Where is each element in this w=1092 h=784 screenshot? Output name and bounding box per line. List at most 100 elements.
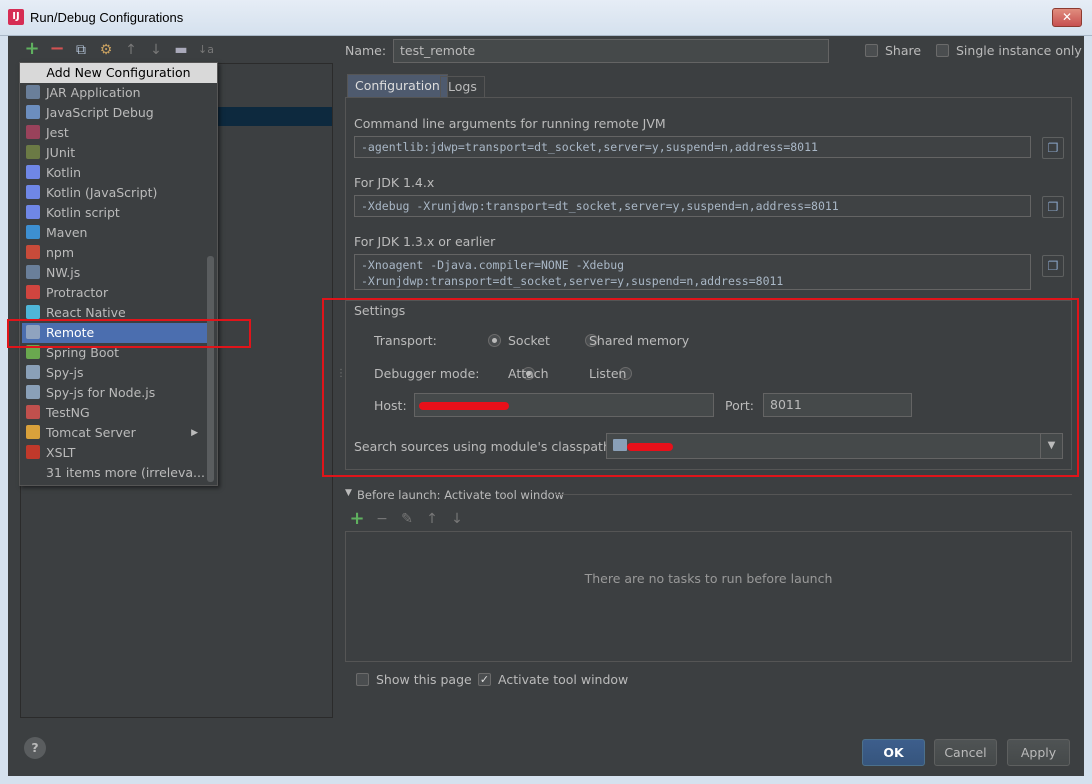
wrench-icon[interactable]: ⚙ xyxy=(97,41,115,59)
popup-scrollbar[interactable] xyxy=(207,256,214,482)
cmd-args-field[interactable]: -agentlib:jdwp=transport=dt_socket,serve… xyxy=(354,136,1031,158)
cancel-button[interactable]: Cancel xyxy=(934,739,997,766)
ok-button[interactable]: OK xyxy=(862,739,925,766)
junit-icon xyxy=(26,145,40,159)
copy-cmd-args-button[interactable]: ❐ xyxy=(1042,137,1064,159)
jdk13-line-2: -Xrunjdwp:transport=dt_socket,server=y,s… xyxy=(361,274,784,288)
popup-item-kotlin[interactable]: Kotlin xyxy=(26,163,208,183)
add-configuration-button[interactable]: + xyxy=(23,40,41,58)
tab-configuration[interactable]: Configuration xyxy=(347,74,448,98)
before-launch-divider xyxy=(555,494,1072,495)
collapse-triangle-icon[interactable]: ▼ xyxy=(345,488,352,498)
show-page-checkbox[interactable] xyxy=(356,673,369,686)
protractor-icon xyxy=(26,285,40,299)
copy-icon: ❐ xyxy=(1047,141,1059,155)
blank-icon xyxy=(26,465,40,479)
intellij-icon: IJ xyxy=(8,9,24,25)
move-task-down-icon[interactable]: ↓ xyxy=(448,510,466,528)
apply-button[interactable]: Apply xyxy=(1007,739,1070,766)
popup-item-junit[interactable]: JUnit xyxy=(26,143,208,163)
move-task-up-icon[interactable]: ↑ xyxy=(423,510,441,528)
popup-item-label: Maven xyxy=(46,225,88,240)
name-label: Name: xyxy=(345,43,387,58)
jdk13-line-1: -Xnoagent -Djava.compiler=NONE -Xdebug xyxy=(361,258,625,272)
spy-js-icon xyxy=(26,365,40,379)
popup-item-label: JUnit xyxy=(46,145,76,160)
window-border-left xyxy=(0,36,8,784)
react-icon xyxy=(26,305,40,319)
kotlin-icon xyxy=(26,165,40,179)
title-bar: IJ Run/Debug Configurations ✕ xyxy=(0,0,1092,36)
copy-icon: ❐ xyxy=(1047,200,1059,214)
popup-item-label: NW.js xyxy=(46,265,81,280)
empty-tasks-text: There are no tasks to run before launch xyxy=(584,571,833,586)
copy-jdk13-button[interactable]: ❐ xyxy=(1042,255,1064,277)
popup-item-maven[interactable]: Maven xyxy=(26,223,208,243)
popup-item-label: Protractor xyxy=(46,285,109,300)
jdk14-field[interactable]: -Xdebug -Xrunjdwp:transport=dt_socket,se… xyxy=(354,195,1031,217)
copy-jdk14-button[interactable]: ❐ xyxy=(1042,196,1064,218)
tomcat-icon xyxy=(26,425,40,439)
copy-configuration-icon[interactable]: ⧉ xyxy=(72,41,90,59)
tab-logs[interactable]: Logs xyxy=(440,76,485,98)
popup-item-label: Jest xyxy=(46,125,69,140)
activate-tool-window-checkbox[interactable]: ✓ xyxy=(478,673,491,686)
popup-item-testng[interactable]: TestNG xyxy=(26,403,208,423)
popup-item-npm[interactable]: npm xyxy=(26,243,208,263)
copy-icon: ❐ xyxy=(1047,259,1059,273)
popup-item-label: Spy-js xyxy=(46,365,84,380)
popup-item-label: Kotlin (JavaScript) xyxy=(46,185,158,200)
edit-task-icon[interactable]: ✎ xyxy=(398,510,416,528)
popup-item-spy-js-for-node-js[interactable]: Spy-js for Node.js xyxy=(26,383,208,403)
popup-item-javascript-debug[interactable]: JavaScript Debug xyxy=(26,103,208,123)
close-button[interactable]: ✕ xyxy=(1052,8,1082,27)
popup-item-nw-js[interactable]: NW.js xyxy=(26,263,208,283)
sort-icon[interactable]: ↓a xyxy=(197,41,215,59)
popup-item-tomcat-server[interactable]: Tomcat Server ▶ xyxy=(26,423,208,443)
share-label: Share xyxy=(885,43,922,58)
name-input[interactable]: test_remote xyxy=(393,39,829,63)
popup-item-label: React Native xyxy=(46,305,126,320)
spy-js-node-icon xyxy=(26,385,40,399)
popup-item-xslt[interactable]: XSLT xyxy=(26,443,208,463)
share-checkbox[interactable] xyxy=(865,44,878,57)
jdk13-field[interactable]: -Xnoagent -Djava.compiler=NONE -Xdebug -… xyxy=(354,254,1031,290)
settings-highlight-box xyxy=(322,298,1079,477)
nwjs-icon xyxy=(26,265,40,279)
kotlin-js-icon xyxy=(26,185,40,199)
popup-item-label: Spy-js for Node.js xyxy=(46,385,156,400)
window-title: Run/Debug Configurations xyxy=(30,10,184,25)
add-configuration-popup: Add New Configuration JAR Application Jav… xyxy=(19,62,218,486)
single-instance-checkbox[interactable] xyxy=(936,44,949,57)
popup-item-jest[interactable]: Jest xyxy=(26,123,208,143)
popup-item-jar-application[interactable]: JAR Application xyxy=(26,83,208,103)
popup-item-31-items-more-irreleva[interactable]: 31 items more (irreleva... xyxy=(26,463,208,483)
jest-icon xyxy=(26,125,40,139)
remove-configuration-button[interactable]: − xyxy=(48,40,66,58)
folder-icon[interactable]: ▬ xyxy=(172,41,190,59)
single-instance-label: Single instance only xyxy=(956,43,1082,58)
popup-item-label: Kotlin xyxy=(46,165,81,180)
cmd-args-label: Command line arguments for running remot… xyxy=(354,116,666,131)
add-task-button[interactable]: + xyxy=(348,510,366,528)
window-border-right xyxy=(1084,36,1092,784)
before-launch-title: Before launch: Activate tool window xyxy=(357,488,565,502)
remove-task-button[interactable]: − xyxy=(373,510,391,528)
move-up-icon[interactable]: ↑ xyxy=(122,41,140,59)
npm-icon xyxy=(26,245,40,259)
popup-item-label: XSLT xyxy=(46,445,76,460)
maven-icon xyxy=(26,225,40,239)
help-icon[interactable]: ? xyxy=(24,737,46,759)
js-debug-icon xyxy=(26,105,40,119)
popup-header: Add New Configuration xyxy=(20,63,217,83)
jdk14-label: For JDK 1.4.x xyxy=(354,175,435,190)
popup-item-label: Kotlin script xyxy=(46,205,120,220)
popup-item-spy-js[interactable]: Spy-js xyxy=(26,363,208,383)
before-launch-task-list[interactable]: There are no tasks to run before launch xyxy=(345,531,1072,662)
move-down-icon[interactable]: ↓ xyxy=(147,41,165,59)
popup-item-protractor[interactable]: Protractor xyxy=(26,283,208,303)
popup-item-kotlin-script[interactable]: Kotlin script xyxy=(26,203,208,223)
submenu-arrow-icon: ▶ xyxy=(191,428,198,438)
window-border-bottom xyxy=(0,776,1092,784)
popup-item-kotlin-javascript[interactable]: Kotlin (JavaScript) xyxy=(26,183,208,203)
